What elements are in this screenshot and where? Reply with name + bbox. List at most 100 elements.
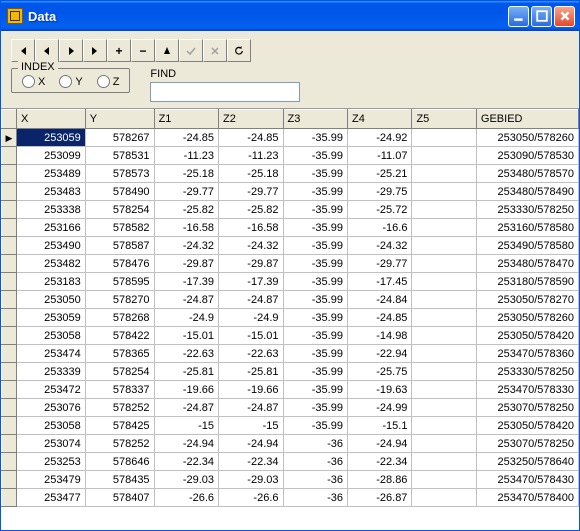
col-header-z3[interactable]: Z3 bbox=[283, 110, 347, 129]
row-header[interactable] bbox=[2, 201, 17, 219]
cell[interactable] bbox=[412, 381, 476, 399]
table-row[interactable]: 253253578646-22.34-22.34-36-22.34253250/… bbox=[2, 453, 579, 471]
cell[interactable]: -36 bbox=[283, 489, 347, 507]
row-header[interactable] bbox=[2, 165, 17, 183]
cell[interactable]: -29.77 bbox=[154, 183, 218, 201]
cell[interactable]: 253477 bbox=[17, 489, 86, 507]
cell[interactable]: 578254 bbox=[85, 201, 154, 219]
cell[interactable]: -25.81 bbox=[219, 363, 283, 381]
cell[interactable]: -25.81 bbox=[154, 363, 218, 381]
cell[interactable]: 253339 bbox=[17, 363, 86, 381]
row-header[interactable]: ▶ bbox=[2, 129, 17, 147]
cell[interactable]: 578435 bbox=[85, 471, 154, 489]
cell[interactable]: 578252 bbox=[85, 435, 154, 453]
cell[interactable]: -22.63 bbox=[219, 345, 283, 363]
cell[interactable]: 253250/578640 bbox=[476, 453, 578, 471]
col-header-y[interactable]: Y bbox=[85, 110, 154, 129]
cell[interactable]: -19.66 bbox=[154, 381, 218, 399]
cell[interactable]: 253050 bbox=[17, 291, 86, 309]
cancel-button[interactable] bbox=[203, 39, 227, 62]
cell[interactable]: -25.72 bbox=[347, 201, 411, 219]
cell[interactable]: -17.39 bbox=[154, 273, 218, 291]
row-header[interactable] bbox=[2, 435, 17, 453]
cell[interactable]: 578365 bbox=[85, 345, 154, 363]
cell[interactable]: -24.85 bbox=[347, 309, 411, 327]
cell[interactable]: 578425 bbox=[85, 417, 154, 435]
cell[interactable]: 253479 bbox=[17, 471, 86, 489]
cell[interactable]: -24.87 bbox=[154, 399, 218, 417]
cell[interactable]: 578573 bbox=[85, 165, 154, 183]
cell[interactable]: -26.6 bbox=[154, 489, 218, 507]
cell[interactable]: -35.99 bbox=[283, 165, 347, 183]
first-button[interactable] bbox=[11, 39, 35, 62]
cell[interactable]: -24.94 bbox=[219, 435, 283, 453]
cell[interactable]: 578270 bbox=[85, 291, 154, 309]
col-header-z1[interactable]: Z1 bbox=[154, 110, 218, 129]
cell[interactable]: -15.01 bbox=[219, 327, 283, 345]
cell[interactable] bbox=[412, 471, 476, 489]
cell[interactable]: -17.45 bbox=[347, 273, 411, 291]
table-row[interactable]: 253472578337-19.66-19.66-35.99-19.632534… bbox=[2, 381, 579, 399]
cell[interactable]: 253160/578580 bbox=[476, 219, 578, 237]
table-row[interactable]: 253059578268-24.9-24.9-35.99-24.85253050… bbox=[2, 309, 579, 327]
maximize-button[interactable] bbox=[531, 6, 552, 27]
cell[interactable]: -26.6 bbox=[219, 489, 283, 507]
cell[interactable] bbox=[412, 417, 476, 435]
cell[interactable]: 253470/578330 bbox=[476, 381, 578, 399]
row-header[interactable] bbox=[2, 327, 17, 345]
col-header-z5[interactable]: Z5 bbox=[412, 110, 476, 129]
cell[interactable]: -35.99 bbox=[283, 345, 347, 363]
cell[interactable]: -16.58 bbox=[219, 219, 283, 237]
cell[interactable]: -17.39 bbox=[219, 273, 283, 291]
cell[interactable] bbox=[412, 435, 476, 453]
post-button[interactable] bbox=[179, 39, 203, 62]
table-row[interactable]: 253058578422-15.01-15.01-35.99-14.982530… bbox=[2, 327, 579, 345]
cell[interactable]: -29.03 bbox=[154, 471, 218, 489]
cell[interactable]: 578476 bbox=[85, 255, 154, 273]
cell[interactable]: -35.99 bbox=[283, 219, 347, 237]
row-header[interactable] bbox=[2, 399, 17, 417]
cell[interactable]: -36 bbox=[283, 471, 347, 489]
cell[interactable]: 253050/578420 bbox=[476, 417, 578, 435]
table-row[interactable]: 253339578254-25.81-25.81-35.99-25.752533… bbox=[2, 363, 579, 381]
cell[interactable]: -35.99 bbox=[283, 129, 347, 147]
cell[interactable]: -24.9 bbox=[154, 309, 218, 327]
table-row[interactable]: 253477578407-26.6-26.6-36-26.87253470/57… bbox=[2, 489, 579, 507]
cell[interactable]: -16.6 bbox=[347, 219, 411, 237]
add-button[interactable]: + bbox=[107, 39, 131, 62]
cell[interactable]: 578422 bbox=[85, 327, 154, 345]
cell[interactable]: 253472 bbox=[17, 381, 86, 399]
row-header[interactable] bbox=[2, 255, 17, 273]
cell[interactable]: -11.07 bbox=[347, 147, 411, 165]
cell[interactable]: 253059 bbox=[17, 309, 86, 327]
data-grid[interactable]: XYZ1Z2Z3Z4Z5GEBIED ▶253059578267-24.85-2… bbox=[1, 108, 579, 530]
col-header-gebied[interactable]: GEBIED bbox=[476, 110, 578, 129]
cell[interactable]: -24.85 bbox=[154, 129, 218, 147]
cell[interactable]: 253183 bbox=[17, 273, 86, 291]
table-row[interactable]: 253099578531-11.23-11.23-35.99-11.072530… bbox=[2, 147, 579, 165]
cell[interactable] bbox=[412, 147, 476, 165]
cell[interactable] bbox=[412, 399, 476, 417]
cell[interactable] bbox=[412, 273, 476, 291]
cell[interactable]: 578490 bbox=[85, 183, 154, 201]
cell[interactable] bbox=[412, 309, 476, 327]
cell[interactable]: -35.99 bbox=[283, 255, 347, 273]
cell[interactable]: -36 bbox=[283, 453, 347, 471]
row-header[interactable] bbox=[2, 489, 17, 507]
cell[interactable]: -24.85 bbox=[219, 129, 283, 147]
cell[interactable]: -25.82 bbox=[219, 201, 283, 219]
cell[interactable]: 253489 bbox=[17, 165, 86, 183]
cell[interactable]: -29.87 bbox=[219, 255, 283, 273]
cell[interactable]: 253480/578470 bbox=[476, 255, 578, 273]
cell[interactable]: 578407 bbox=[85, 489, 154, 507]
cell[interactable]: -35.99 bbox=[283, 327, 347, 345]
cell[interactable]: -35.99 bbox=[283, 363, 347, 381]
next-button[interactable] bbox=[59, 39, 83, 62]
minimize-button[interactable] bbox=[508, 6, 529, 27]
cell[interactable]: -16.58 bbox=[154, 219, 218, 237]
cell[interactable]: -25.82 bbox=[154, 201, 218, 219]
cell[interactable]: -35.99 bbox=[283, 201, 347, 219]
row-header[interactable] bbox=[2, 273, 17, 291]
cell[interactable]: -15.1 bbox=[347, 417, 411, 435]
cell[interactable]: -35.99 bbox=[283, 399, 347, 417]
